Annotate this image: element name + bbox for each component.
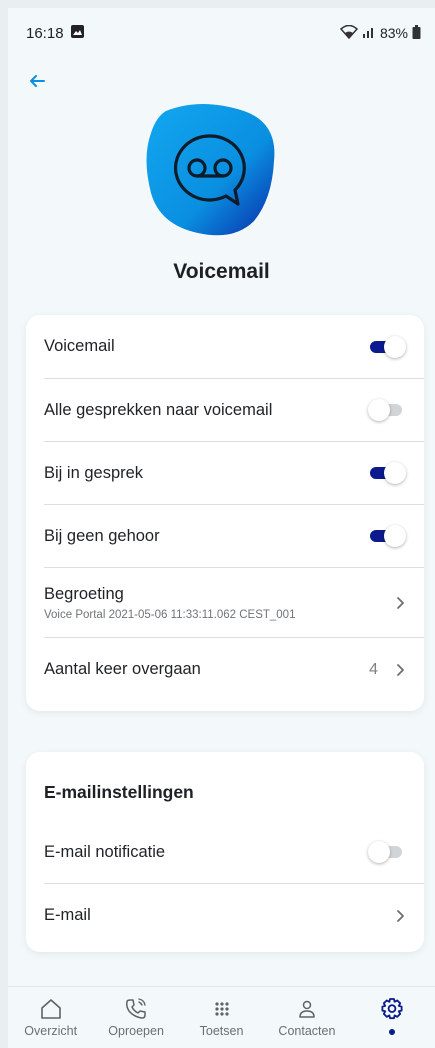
wifi-icon: [339, 24, 359, 42]
nav-label: Toetsen: [199, 1024, 244, 1038]
row-label: Begroeting: [44, 584, 124, 603]
keypad-icon: [214, 1002, 229, 1016]
nav-item-keypad[interactable]: Toetsen: [179, 987, 264, 1048]
email-row[interactable]: E-mail: [44, 884, 424, 947]
row-label: Voicemail: [44, 337, 115, 355]
ring-count-right: 4: [369, 661, 406, 679]
battery-percent: 83%: [379, 25, 408, 41]
gallery-notification-icon: [70, 24, 85, 43]
contact-icon: [299, 1000, 315, 1018]
ring-count-row[interactable]: Aantal keer overgaan 4: [44, 638, 424, 701]
bottom-navigation: Overzicht Oproepen Toetsen Contacten: [8, 986, 435, 1048]
phone-icon: [126, 998, 146, 1019]
status-right: 83%: [339, 24, 421, 42]
row-label: Aantal keer overgaan: [44, 660, 201, 678]
row-label: E-mail: [44, 906, 91, 924]
email-settings-card: E-mailinstellingen E-mail notificatie E-…: [26, 752, 424, 952]
chevron-right-icon: [397, 596, 404, 609]
chevron-right-icon: [397, 663, 404, 676]
status-bar: 16:18 83%: [8, 8, 435, 58]
battery-icon: [412, 24, 421, 42]
nav-item-contacts[interactable]: Contacten: [264, 987, 349, 1048]
nav-item-overview[interactable]: Overzicht: [8, 987, 93, 1048]
back-button[interactable]: [22, 66, 52, 96]
active-indicator-dot: [389, 1029, 396, 1035]
all-calls-to-voicemail-row[interactable]: Alle gesprekken naar voicemail: [44, 379, 424, 442]
page-title: Voicemail: [173, 260, 270, 283]
greeting-text: Begroeting Voice Portal 2021-05-06 11:33…: [44, 585, 295, 621]
no-answer-toggle[interactable]: [368, 524, 406, 548]
voicemail-toggle-row[interactable]: Voicemail: [44, 315, 424, 379]
row-label: Bij in gesprek: [44, 463, 144, 482]
nav-item-settings[interactable]: [350, 987, 435, 1048]
nav-item-calls[interactable]: Oproepen: [93, 987, 178, 1048]
greeting-row[interactable]: Begroeting Voice Portal 2021-05-06 11:33…: [44, 568, 424, 638]
when-busy-row[interactable]: Bij in gesprek: [44, 442, 424, 505]
voicemail-toggle[interactable]: [368, 335, 406, 359]
row-label: Alle gesprekken naar voicemail: [44, 400, 273, 419]
row-label: Bij geen gehoor: [44, 526, 160, 545]
all-calls-to-voicemail-toggle[interactable]: [368, 398, 406, 422]
section-title: E-mailinstellingen: [44, 782, 194, 802]
arrow-left-icon: [30, 75, 45, 87]
when-busy-toggle[interactable]: [368, 461, 406, 485]
status-time: 16:18: [26, 24, 64, 42]
signal-icon: [362, 25, 376, 41]
home-icon: [40, 999, 61, 1019]
settings-icon: [381, 998, 403, 1020]
voicemail-settings-screen: 16:18 83% Voicemail Voicemail Alle gespr…: [8, 8, 435, 1048]
voicemail-hero-image: [146, 103, 276, 238]
greeting-sublabel: Voice Portal 2021-05-06 11:33:11.062 CES…: [44, 608, 296, 621]
nav-label: Overzicht: [24, 1024, 78, 1038]
email-notification-row[interactable]: E-mail notificatie: [44, 821, 424, 884]
email-notification-toggle[interactable]: [368, 840, 406, 864]
status-left: 16:18: [26, 24, 85, 43]
no-answer-row[interactable]: Bij geen gehoor: [44, 505, 424, 568]
nav-label: Oproepen: [108, 1024, 164, 1038]
chevron-right-icon: [397, 909, 404, 922]
voicemail-settings-card: Voicemail Alle gesprekken naar voicemail…: [26, 315, 424, 711]
ring-count-value: 4: [369, 660, 378, 678]
row-label: E-mail notificatie: [44, 842, 166, 861]
nav-label: Contacten: [278, 1024, 336, 1038]
